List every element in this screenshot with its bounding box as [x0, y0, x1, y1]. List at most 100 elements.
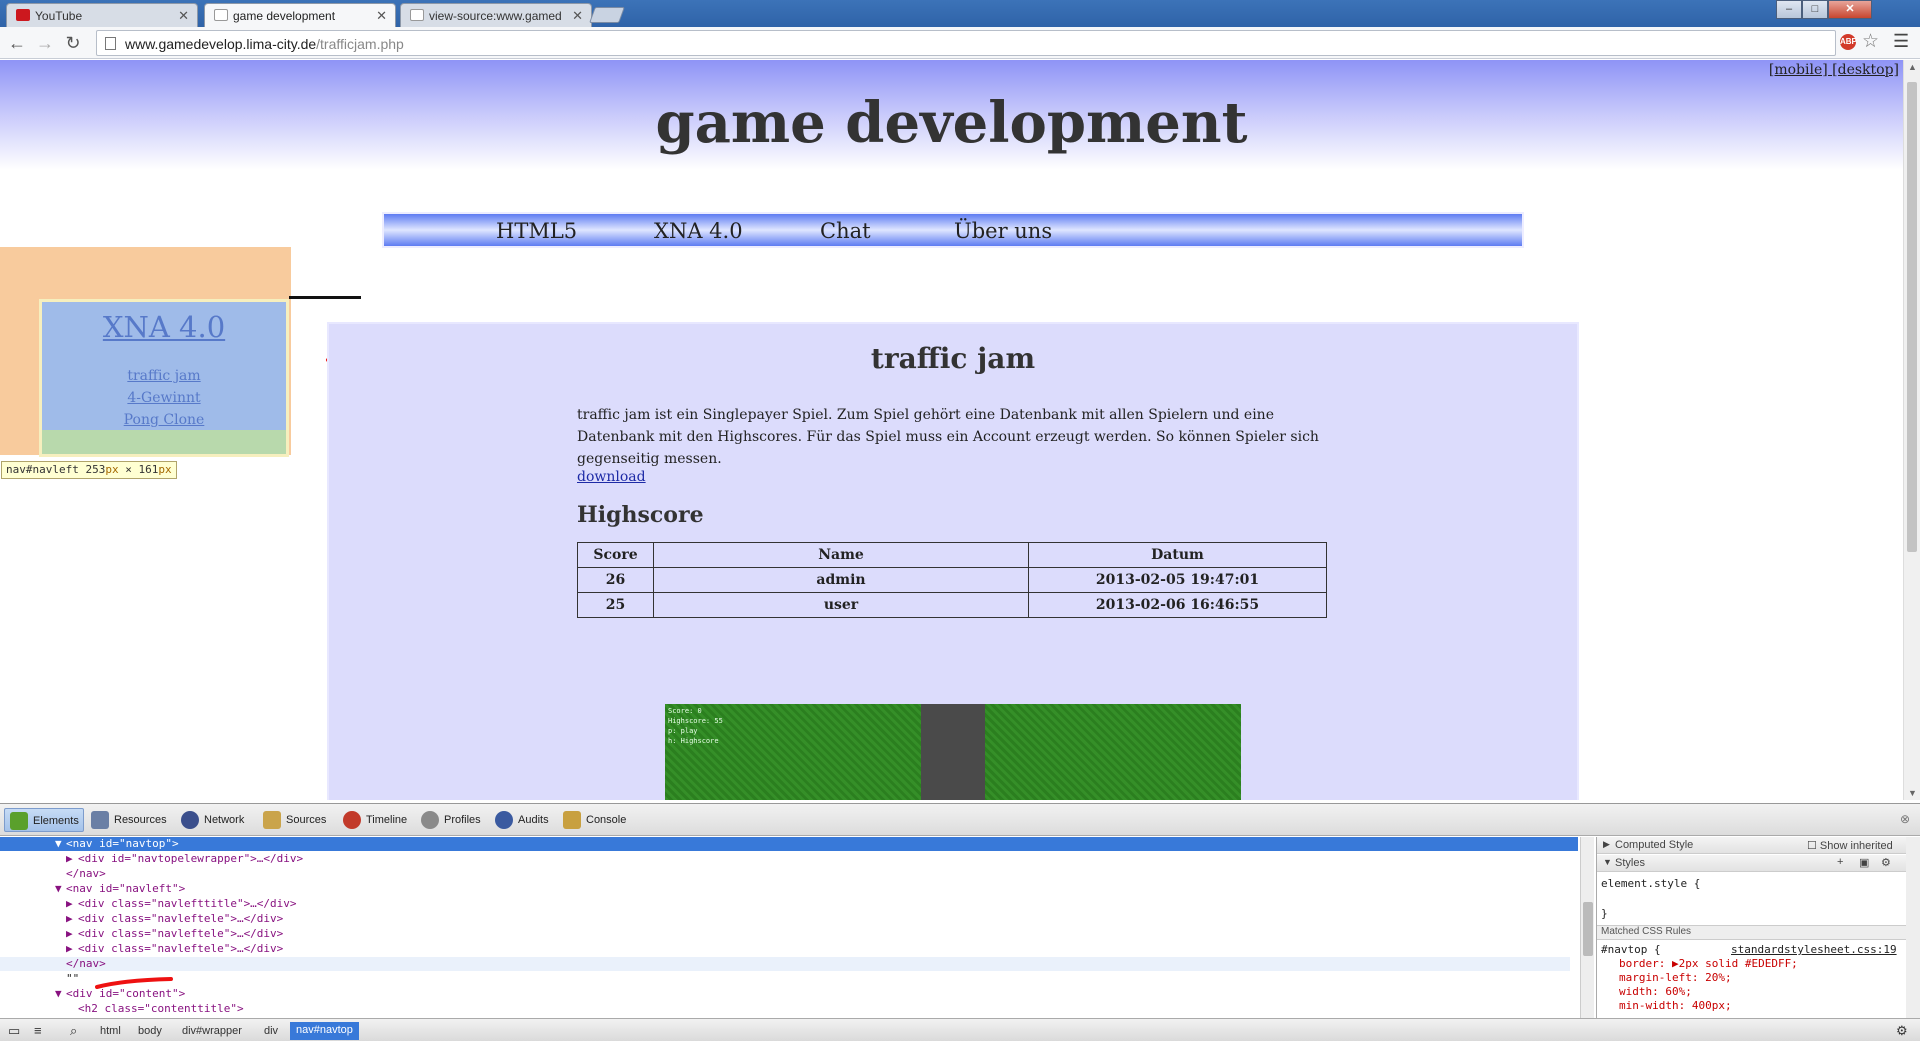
rule-source-link[interactable]: standardstylesheet.css:19 [1731, 943, 1897, 956]
navtop-item-about[interactable]: Über uns [954, 219, 1052, 243]
tab-close-icon[interactable]: ✕ [376, 8, 387, 24]
table-row: 26 admin 2013-02-05 19:47:01 [577, 567, 1327, 593]
console-drawer-icon[interactable]: ≡ [34, 1023, 42, 1038]
dom-node[interactable]: ▶ <div class="navleftele">…</div> [0, 927, 283, 941]
page-scrollbar[interactable]: ▲ ▼ [1903, 60, 1920, 800]
expand-arrow-icon: ▼ [55, 837, 62, 850]
tab-title: view-source:www.gamed [429, 9, 562, 23]
tab-view-source[interactable]: view-source:www.gamed ✕ [400, 3, 592, 27]
breadcrumb-nav-navtop[interactable]: nav#navtop [290, 1022, 359, 1040]
dom-node[interactable]: ▶ <div class="navlefttitle">…</div> [0, 897, 297, 911]
breadcrumb-html[interactable]: html [94, 1023, 127, 1041]
scrollbar-thumb[interactable] [1583, 902, 1593, 956]
navleft-link-4-gewinnt[interactable]: 4-Gewinnt [42, 390, 286, 406]
new-style-rule-icon[interactable]: + [1837, 856, 1843, 868]
sources-icon [263, 811, 281, 829]
element-style-close: } [1601, 907, 1608, 920]
dom-node[interactable]: </nav> [0, 957, 1570, 971]
tab-title: YouTube [35, 9, 83, 23]
expand-arrow-icon: ▼ [55, 882, 62, 895]
navleft-title[interactable]: XNA 4.0 [42, 310, 286, 344]
devtools-tab-sources[interactable]: Sources [258, 808, 330, 832]
dom-node[interactable]: ▶ <div id="navtopelewrapper">…</div> [0, 852, 303, 866]
css-property[interactable]: margin-left: 20%; [1619, 971, 1732, 984]
bookmark-star-icon[interactable]: ☆ [1862, 30, 1879, 53]
youtube-favicon-icon [16, 9, 30, 21]
content: traffic jam traffic jam ist ein Singlepa… [327, 322, 1579, 800]
url-text: www.gamedevelop.lima-city.de/trafficjam.… [125, 36, 404, 52]
tab-game-development[interactable]: game development ✕ [204, 3, 396, 27]
new-tab-button[interactable] [589, 7, 625, 23]
navleft-link-traffic-jam[interactable]: traffic jam [42, 368, 286, 384]
expand-arrow-icon: ▶ [66, 942, 73, 955]
settings-gear-icon[interactable]: ⚙ [1896, 1023, 1908, 1039]
devtools-tab-network[interactable]: Network [176, 808, 248, 832]
content-description: traffic jam ist ein Singlepayer Spiel. Z… [577, 407, 1319, 467]
dom-node[interactable]: ▼ <div id="content"> [0, 987, 185, 1001]
reload-icon[interactable]: ↻ [62, 32, 84, 54]
site-title: game development [655, 90, 1248, 156]
navtop-item-html5[interactable]: HTML5 [496, 219, 577, 243]
resources-icon [91, 811, 109, 829]
dom-node[interactable]: ▼ <nav id="navleft"> [0, 882, 185, 896]
navleft-link-pong-clone[interactable]: Pong Clone [42, 412, 286, 428]
devtools-tab-resources[interactable]: Resources [86, 808, 171, 832]
breadcrumb-div-wrapper[interactable]: div#wrapper [176, 1023, 248, 1041]
tab-youtube[interactable]: YouTube ✕ [6, 3, 198, 27]
tab-close-icon[interactable]: ✕ [178, 8, 189, 24]
devtools-tab-elements[interactable]: Elements [4, 808, 84, 832]
tab-close-icon[interactable]: ✕ [572, 8, 583, 24]
dom-text-node[interactable]: "" [0, 972, 79, 986]
show-inherited-checkbox[interactable]: ☐ Show inherited [1807, 839, 1893, 852]
scroll-down-icon[interactable]: ▼ [1904, 788, 1920, 798]
element-style-rule[interactable]: element.style { [1601, 877, 1700, 890]
navtop-item-xna[interactable]: XNA 4.0 [654, 219, 743, 243]
red-annotation-mark [95, 977, 173, 989]
scrollbar-thumb[interactable] [1907, 82, 1917, 552]
computed-style-header[interactable]: ▶ Computed Style ☐ Show inherited [1597, 837, 1907, 854]
tab-strip: YouTube ✕ game development ✕ view-source… [0, 0, 1920, 27]
breadcrumb-body[interactable]: body [132, 1023, 168, 1041]
devtools-tab-console[interactable]: Console [558, 808, 630, 832]
inspect-search-icon[interactable]: ⌕ [70, 1023, 77, 1039]
breadcrumb: ▭ ≡ ⌕ html body div#wrapper div nav#navt… [0, 1018, 1920, 1041]
maximize-button[interactable]: □ [1802, 0, 1828, 19]
devtools-tab-audits[interactable]: Audits [490, 808, 553, 832]
dom-node[interactable]: </nav> [0, 867, 106, 881]
adblock-icon[interactable]: ABP [1840, 34, 1857, 50]
devtools-tab-timeline[interactable]: Timeline [338, 808, 411, 832]
dom-tree: ▼ <nav id="navtop"> ▶ <div id="navtopelewr… [0, 837, 1578, 1018]
scroll-up-icon[interactable]: ▲ [1904, 62, 1920, 72]
css-property[interactable]: border: ▶2px solid #EDEDFF; [1619, 957, 1798, 970]
mode-switch-link[interactable]: [mobile] [desktop] [1769, 62, 1899, 78]
dock-icon[interactable]: ▭ [8, 1023, 20, 1039]
dom-node[interactable]: ▶ <div class="navleftele">…</div> [0, 912, 283, 926]
expand-arrow-icon: ▶ [1603, 839, 1610, 849]
dom-node[interactable]: ▼ <nav id="navtop"> [0, 837, 1578, 851]
dom-tree-scrollbar[interactable] [1580, 837, 1594, 1018]
page-favicon-icon [214, 9, 228, 21]
minimize-button[interactable]: – [1776, 0, 1802, 19]
rule-selector[interactable]: #navtop { [1601, 943, 1661, 956]
toggle-element-state-icon[interactable]: ▣ [1859, 856, 1869, 869]
css-property[interactable]: min-width: 400px; [1619, 999, 1732, 1012]
table-header-row: Score Name Datum [577, 542, 1327, 568]
forward-arrow-icon[interactable]: → [34, 32, 56, 54]
menu-icon[interactable]: ☰ [1893, 31, 1909, 52]
css-property[interactable]: width: 60%; [1619, 985, 1692, 998]
gear-icon[interactable]: ⚙ [1881, 856, 1891, 869]
breadcrumb-div[interactable]: div [258, 1023, 284, 1041]
back-arrow-icon[interactable]: ← [6, 32, 28, 54]
column-header: Name [653, 542, 1029, 568]
sidebar-scrollbar[interactable] [1906, 837, 1920, 1018]
close-window-button[interactable]: ✕ [1828, 0, 1872, 19]
navtop-item-chat[interactable]: Chat [820, 219, 871, 243]
game-hud-text: Score: 0 Highscore: 55 p: play h: Highsc… [668, 707, 723, 745]
styles-header[interactable]: ▼ Styles + ▣ ⚙ [1597, 855, 1907, 872]
dom-node[interactable]: <h2 class="contenttitle"> [0, 1002, 244, 1016]
address-bar[interactable]: www.gamedevelop.lima-city.de/trafficjam.… [96, 30, 1836, 56]
download-link[interactable]: download [577, 469, 646, 485]
devtools-tab-profiles[interactable]: Profiles [416, 808, 485, 832]
dom-node[interactable]: ▶ <div class="navleftele">…</div> [0, 942, 283, 956]
devtools-close-icon[interactable]: ⊗ [1900, 812, 1910, 826]
